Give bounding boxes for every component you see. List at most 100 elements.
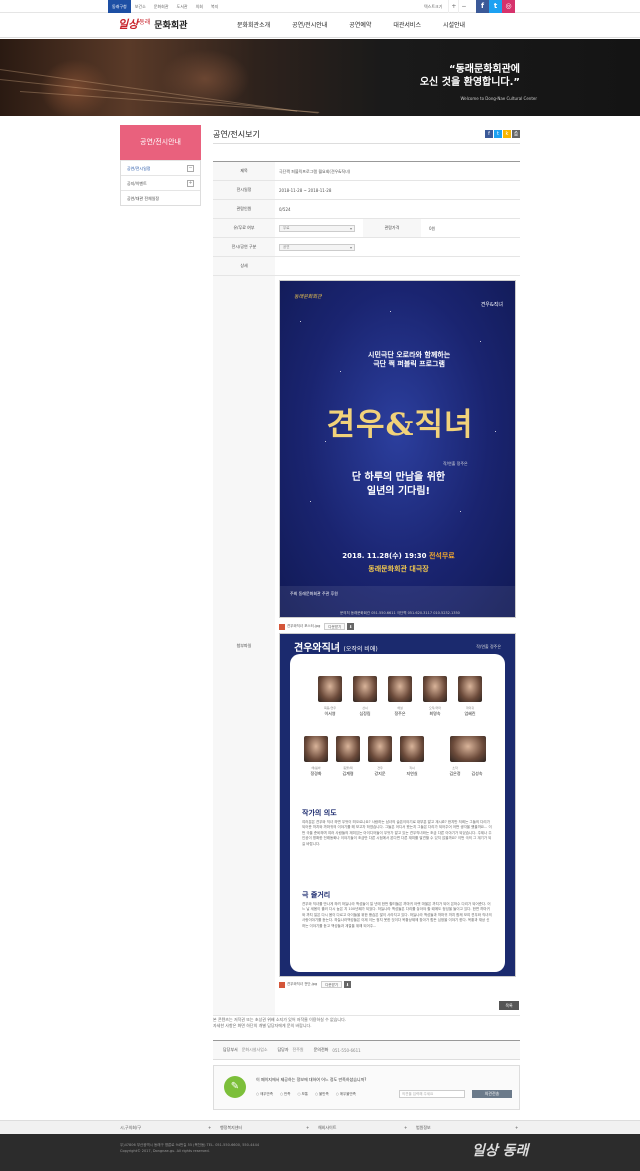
hero-line-1: “동래문화회관에: [449, 64, 520, 75]
survey-option-very-good[interactable]: 매우만족: [256, 1092, 273, 1097]
survey-option-good[interactable]: 만족: [280, 1092, 290, 1097]
family-site-links: 동래구청 보건소 문화회관 도서관 의회 복지: [108, 0, 222, 13]
print-icon[interactable]: ⎙: [512, 130, 520, 138]
survey-option-normal[interactable]: 보통: [297, 1092, 308, 1097]
survey-comment-input[interactable]: 의견을 입력해 주세요: [399, 1090, 465, 1098]
nav-about[interactable]: 문화회관소개: [226, 13, 281, 38]
poster-sub-1: 시민극단 오로라와 함께하는: [368, 351, 451, 359]
footer-nav-label: 해외사이트: [318, 1125, 337, 1130]
survey-option-very-bad[interactable]: 매우불만족: [336, 1092, 356, 1097]
sns-links: f t ◎: [476, 0, 515, 13]
footer-nav: 시,구의회/구 + 행정복지센터 + 해외사이트 + 법원정보 +: [0, 1120, 640, 1134]
share-kakao-icon[interactable]: k: [503, 130, 511, 138]
attachment-row: 견우와직녀 전단.jpg 다운받기 ⬇: [279, 981, 352, 988]
row-label: 전시일정: [213, 181, 275, 199]
poster-date-text: 2018. 11.28(수) 19:30: [342, 552, 427, 560]
notice-line-2: 자세한 사항은 화면 하단의 개별 담당자에게 문의 바랍니다.: [213, 1023, 312, 1028]
cast-photo: [400, 736, 424, 762]
price-value: 0원: [429, 226, 436, 231]
zoom-in-button[interactable]: +: [448, 0, 458, 13]
poster-sub-2: 극단 쩍 퍼블릭 프로그램: [373, 360, 445, 368]
side-menu-item-schedule[interactable]: 공연/전시일정 −: [121, 160, 200, 175]
poster-tagline-2: 일년의 기다림!: [366, 486, 431, 497]
hero-line-2: 오신 것을 환영합니다.”: [419, 77, 520, 88]
cast-name: 심정림: [359, 711, 371, 716]
top-link-welfare[interactable]: 복지: [207, 0, 222, 13]
nav-performance[interactable]: 공연/전시안내: [281, 13, 338, 38]
top-link-culture[interactable]: 문화회관: [150, 0, 173, 13]
table-row: 관람인원 0/524: [213, 200, 520, 219]
top-link-library[interactable]: 도서관: [173, 0, 192, 13]
attachment-name[interactable]: 견우와직녀 전단.jpg: [287, 982, 317, 987]
download-icon[interactable]: ⬇: [347, 623, 355, 630]
top-link-health[interactable]: 보건소: [131, 0, 150, 13]
zoom-out-button[interactable]: −: [458, 0, 468, 13]
hero-sub-text: Welcome to Dong-Nae Cultural Center: [460, 96, 537, 101]
download-button[interactable]: 다운받기: [324, 623, 346, 630]
period-value: 2018-11-28 ~ 2018-11-28: [279, 188, 332, 193]
side-menu-item-all-schedule[interactable]: 공연/대관 전체일정: [121, 190, 200, 205]
survey-option-bad[interactable]: 불만족: [315, 1092, 329, 1097]
facebook-icon[interactable]: f: [476, 0, 489, 13]
top-link-gu-office[interactable]: 동래구청: [108, 0, 131, 13]
minus-icon: −: [187, 165, 194, 172]
copyright-notice: 본 콘텐츠는 저작권 또는 초상권 위배 소지가 있어 저작물 이용하실 수 없…: [213, 1017, 520, 1029]
header: 일상 동래 문화회관 문화회관소개 공연/전시안내 공연예약 대관서비스 시설안…: [0, 13, 640, 38]
cast-role: 오작/까마: [428, 706, 442, 710]
poster-tagline: 단 하루의 만남을 위한 일년의 기다림!: [280, 471, 515, 499]
survey-submit-button[interactable]: 의견전송: [472, 1090, 512, 1098]
nav-rental[interactable]: 대관서비스: [382, 13, 432, 38]
footer-nav-label: 시,구의회/구: [120, 1125, 142, 1130]
plus-icon: +: [208, 1125, 212, 1130]
fee-select[interactable]: 무료: [279, 225, 355, 232]
cast-name: 최명숙: [429, 711, 441, 716]
side-menu-item-notice[interactable]: 공지/이벤트 +: [121, 175, 200, 190]
tel-value: 051-550-6611: [332, 1047, 361, 1053]
file-icon: [279, 981, 285, 988]
cast-name: 강지운: [374, 771, 386, 776]
twitter-icon[interactable]: t: [489, 0, 502, 13]
share-twitter-icon[interactable]: t: [494, 130, 502, 138]
cast-role: 해/봄바: [311, 766, 321, 770]
cast-photo: [353, 676, 377, 702]
plus-icon: +: [404, 1125, 408, 1130]
satisfaction-survey: ✎ 이 페이지에서 제공하는 정보에 대하여 어느 정도 만족하셨습니까? 매우…: [213, 1065, 520, 1110]
row-label: 관람인원: [213, 200, 275, 218]
nav-reservation[interactable]: 공연예약: [338, 13, 382, 38]
cast-role: 견우: [377, 766, 383, 770]
site-logo[interactable]: 일상 동래 문화회관: [118, 16, 187, 32]
leaflet-title: 견우와직녀 (오작의 비애): [294, 639, 378, 654]
attachment-name[interactable]: 견우와직녀 포스터.jpg: [287, 624, 320, 629]
detail-table: 제목 극단쩍 퍼블릭프로그램 월요회(견우&직녀) 전시일정 2018-11-2…: [213, 161, 520, 1016]
cast-role: 직녀: [409, 766, 415, 770]
list-button[interactable]: 목록: [499, 1001, 519, 1010]
row-label: 유/무료 여부: [213, 219, 275, 237]
text-size-control: 텍스트크기 + −: [424, 0, 468, 13]
download-button[interactable]: 다운받기: [321, 981, 343, 988]
cast-photo: [388, 676, 412, 702]
category-select[interactable]: 공연: [279, 244, 355, 251]
share-facebook-icon[interactable]: f: [485, 130, 493, 138]
footer-nav-court[interactable]: 법원정보: [416, 1121, 431, 1135]
side-menu-label: 공연/전시일정: [127, 166, 151, 171]
top-link-council[interactable]: 의회: [192, 0, 207, 13]
leaflet-section-text: 여러분은 견우와 직녀 하면 무엇이 떠오르나요? 사람하는 남녀의 슬픈이야기…: [302, 820, 492, 846]
footer-nav-council[interactable]: 시,구의회/구: [120, 1121, 141, 1135]
instagram-icon[interactable]: ◎: [502, 0, 515, 13]
dept-label: 담당부서: [223, 1047, 238, 1052]
cast-photo: [304, 736, 328, 762]
footer-nav-overseas[interactable]: 해외사이트: [318, 1121, 336, 1135]
download-icon[interactable]: ⬇: [344, 981, 352, 988]
footer-nav-center[interactable]: 행정복지센터: [220, 1121, 242, 1135]
cast-name: 정주은: [394, 711, 406, 716]
poster-footer: 주최 동래문화회관 주관 후원 문의처 동래문화회관 051.550.6611 …: [280, 586, 515, 617]
poster-footer-sponsors: 주최 동래문화회관 주관 후원: [290, 591, 338, 596]
leaflet-author: 작/연출 정주은: [476, 644, 501, 649]
cast-name: 지연실: [406, 771, 418, 776]
table-row: 전시일정 2018-11-28 ~ 2018-11-28: [213, 181, 520, 200]
side-menu: 공연/전시일정 − 공지/이벤트 + 공연/대관 전체일정: [120, 160, 201, 206]
poster-venue: 동래문화회관 대극장: [368, 565, 429, 573]
nav-facility[interactable]: 시설안내: [432, 13, 476, 38]
plus-icon: +: [306, 1125, 310, 1130]
row-label: 첨부파일: [213, 276, 275, 1015]
